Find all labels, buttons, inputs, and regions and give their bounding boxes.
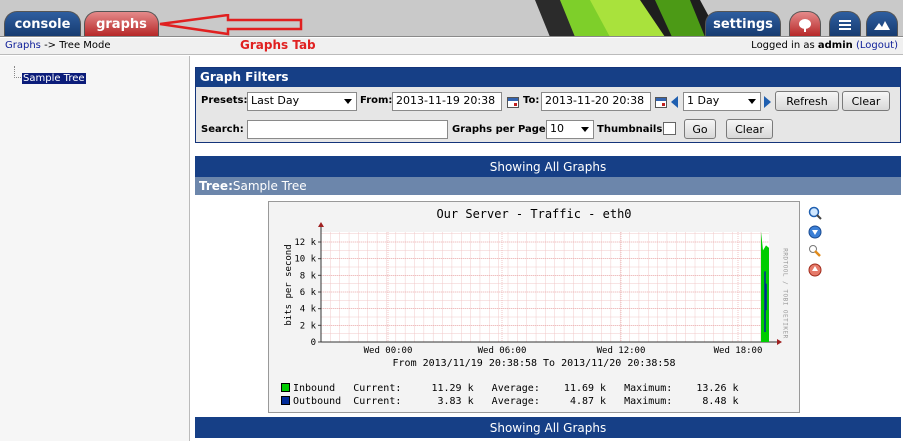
clear-search-button[interactable]: Clear (726, 119, 773, 139)
tree-pane: Sample Tree (0, 56, 190, 441)
graphs-per-page-label: Graphs per Page: (452, 124, 550, 135)
from-date-field[interactable]: 2013-11-19 20:38 (392, 92, 502, 111)
graph-time-range: From 2013/11/19 20:38:58 To 2013/11/20 2… (392, 358, 676, 369)
from-label: From: (360, 95, 393, 106)
tree-header-prefix: Tree: (199, 179, 233, 193)
to-label: To: (523, 95, 540, 106)
preview-view-tab[interactable] (866, 11, 898, 36)
graph-filters-panel: Graph Filters Presets: Last Day From: 20… (195, 67, 901, 143)
chevron-down-icon (344, 99, 352, 104)
properties-icon[interactable] (808, 244, 822, 258)
tree-header-bar: Tree:Sample Tree (195, 177, 901, 195)
shift-right-icon[interactable] (764, 96, 771, 108)
y-tick-label: 0 (311, 338, 316, 348)
to-date-field[interactable]: 2013-11-20 20:38 (541, 92, 651, 111)
download-icon[interactable] (808, 225, 822, 239)
y-tick-label: 12 k (294, 238, 316, 248)
presets-select-value: Last Day (251, 94, 300, 107)
clear-button[interactable]: Clear (842, 91, 890, 111)
legend-outbound-text: Outbound Current: 3.83 k Average: 4.87 k… (293, 396, 739, 407)
y-tick-label: 10 k (294, 255, 316, 265)
breadcrumb-separator: -> (44, 40, 57, 51)
x-tick-label: Wed 06:00 (478, 346, 527, 356)
presets-select[interactable]: Last Day (247, 92, 357, 111)
chevron-down-icon (748, 99, 756, 104)
tree-node-sample-tree[interactable]: Sample Tree (22, 73, 86, 84)
cacti-window: console graphs settings Graphs -> Tree M… (0, 0, 903, 441)
shift-left-icon[interactable] (671, 96, 678, 108)
realtime-icon[interactable] (808, 263, 822, 277)
login-prefix: Logged in as (751, 40, 815, 51)
chevron-down-icon (581, 127, 589, 132)
mountain-icon (874, 20, 890, 30)
annotation-label: Graphs Tab (240, 38, 316, 52)
from-calendar-icon[interactable] (507, 97, 519, 108)
x-axis-arrow-icon (777, 339, 782, 345)
x-tick-label: Wed 00:00 (364, 346, 413, 356)
to-calendar-icon[interactable] (655, 97, 667, 108)
list-view-tab[interactable] (829, 11, 861, 36)
inbound-swatch (281, 383, 290, 392)
legend-inbound-text: Inbound Current: 11.29 k Average: 11.69 … (293, 383, 739, 394)
tree-icon (799, 18, 811, 32)
breadcrumb: Graphs -> Tree Mode (5, 40, 111, 51)
thumbnails-label: Thumbnails: (597, 124, 667, 135)
search-input[interactable] (247, 120, 448, 139)
timespan-shift-select[interactable]: 1 Day (683, 92, 761, 111)
tab-settings[interactable]: settings (705, 11, 781, 36)
search-label: Search: (201, 124, 244, 135)
outbound-swatch (281, 396, 290, 405)
graphs-per-page-value: 10 (550, 122, 564, 135)
legend-inbound: Inbound Current: 11.29 k Average: 11.69 … (281, 383, 739, 394)
graphs-per-page-select[interactable]: 10 (546, 120, 594, 139)
breadcrumb-current: Tree Mode (59, 40, 111, 51)
breadcrumb-bar: Graphs -> Tree Mode Logged in as admin (… (0, 38, 903, 55)
thumbnails-checkbox[interactable] (663, 122, 676, 135)
tree-header-name: Sample Tree (232, 179, 307, 193)
y-axis-arrow-icon (318, 222, 324, 227)
showing-all-graphs-bar-top: Showing All Graphs (195, 156, 901, 177)
logout-link[interactable]: (Logout) (856, 40, 898, 51)
legend-outbound: Outbound Current: 3.83 k Average: 4.87 k… (281, 396, 739, 407)
list-icon (839, 19, 851, 30)
tab-console[interactable]: console (4, 11, 81, 36)
login-user: admin (817, 40, 853, 51)
tree-connector (14, 66, 21, 78)
top-nav-bar: console graphs settings (0, 0, 903, 37)
y-tick-label: 2 k (300, 321, 317, 331)
x-tick-label: Wed 18:00 (714, 346, 763, 356)
zoom-icon[interactable] (808, 206, 822, 220)
breadcrumb-graphs-link[interactable]: Graphs (5, 40, 41, 51)
y-tick-label: 6 k (300, 288, 317, 298)
presets-label: Presets: (201, 95, 248, 106)
y-tick-label: 4 k (300, 305, 317, 315)
graph-filters-title: Graph Filters (196, 68, 900, 87)
timespan-shift-value: 1 Day (687, 94, 720, 107)
tree-view-tab[interactable] (789, 11, 821, 36)
x-tick-label: Wed 12:00 (597, 346, 646, 356)
y-tick-label: 8 k (300, 271, 317, 281)
go-button[interactable]: Go (684, 119, 716, 139)
showing-all-graphs-bar-bottom: Showing All Graphs (195, 417, 901, 438)
annotation-arrow-icon (159, 14, 303, 36)
login-status: Logged in as admin (Logout) (751, 40, 898, 51)
refresh-button[interactable]: Refresh (775, 91, 839, 111)
traffic-graph[interactable]: Our Server - Traffic - eth0 bits per sec… (268, 201, 800, 413)
tab-graphs[interactable]: graphs (84, 11, 159, 36)
